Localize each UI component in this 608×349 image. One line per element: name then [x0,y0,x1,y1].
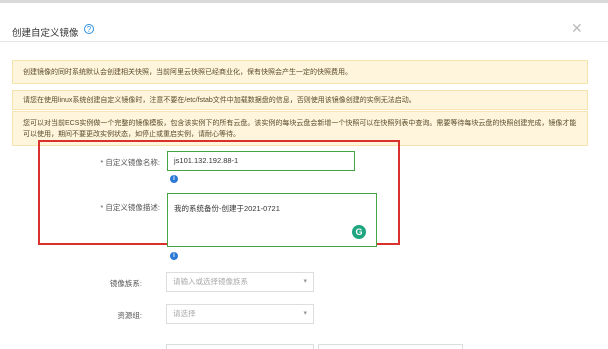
description-info-icon[interactable]: i [170,252,178,260]
dialog-header: 创建自定义镜像 ? ✕ [0,3,608,42]
fstab-warning-notice: 请您在使用linux系统创建自定义镜像时，注意不要在/etc/fstab文件中加… [12,90,588,110]
image-name-label: * 自定义镜像名称: [100,158,160,167]
image-description-textarea[interactable]: 我的系统备份-创建于2021-0721 [167,193,377,247]
image-family-select[interactable]: 请输入或选择镜像族系 ▾ [166,272,314,292]
chevron-down-icon: ▾ [303,278,307,285]
help-icon[interactable]: ? [84,24,94,34]
next-field-partial-right[interactable] [318,344,463,349]
image-description-label: * 自定义镜像描述: [100,203,160,212]
image-name-input[interactable]: js101.132.192.88-1 [167,151,355,171]
dialog-title: 创建自定义镜像 [12,28,79,39]
resource-group-select[interactable]: 请选择 ▾ [166,304,314,324]
image-family-label: 镜像族系: [109,279,142,288]
resource-group-label: 资源组: [117,311,142,320]
grammarly-icon[interactable]: G [352,225,366,239]
close-icon[interactable]: ✕ [571,21,583,35]
name-info-icon[interactable]: i [170,175,178,183]
image-family-placeholder: 请输入或选择镜像族系 [173,277,248,286]
snapshot-fee-notice: 创建镜像的同时系统默认会创建相关快照，当前阿里云快照已经商业化，保有快照会产生一… [12,60,588,84]
resource-group-placeholder: 请选择 [173,309,196,318]
next-field-partial[interactable] [166,344,314,349]
chevron-down-icon: ▾ [303,310,307,317]
